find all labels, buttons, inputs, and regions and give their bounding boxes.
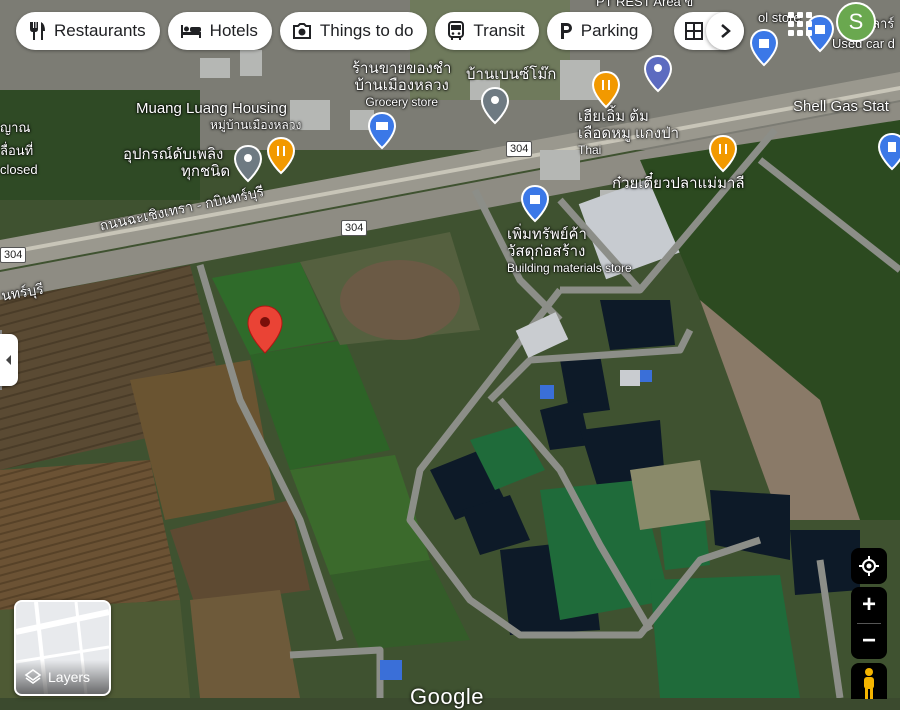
place-label-muang-luang[interactable]: Muang Luang Housing หมู่บ้านเมืองหลวง [136,100,301,134]
street-view-pegman-button[interactable] [851,663,887,699]
zoom-controls: + − [851,587,887,659]
place-label-building-materials[interactable]: เพิ่มทรัพย์ค้า วัสดุก่อสร้าง Building ma… [507,226,632,277]
chip-hotels[interactable]: Hotels [167,12,272,50]
chip-parking[interactable]: Parking [546,12,653,50]
layers-icon [24,669,42,684]
chip-transit[interactable]: Transit [435,12,539,50]
layers-label: Layers [48,669,91,685]
chevron-right-icon [721,24,731,38]
zoom-out-icon: − [861,627,876,654]
route-shield: 304 [341,220,368,236]
chip-label: Transit [473,21,525,40]
parking-icon [560,23,572,39]
bed-icon [180,25,201,38]
google-attribution: Google [410,684,484,709]
chevron-left-icon [6,355,11,365]
pegman-icon [864,668,874,699]
place-label-thai-restaurant[interactable]: เฮียเอิ้ม ต้ม เลือดหมู แกงป่า Thai [578,108,679,159]
chips-scroll-right-button[interactable] [706,12,744,50]
satellite-map[interactable]: ญาณ ลื่อนที่ closed Muang Luang Housing … [0,0,900,698]
zoom-out-button[interactable]: − [851,623,887,659]
route-shield: 304 [506,141,533,157]
zoom-in-button[interactable]: + [851,587,887,623]
category-chips: Restaurants Hotels Things to do Transit [16,12,653,50]
place-label-fire-equipment[interactable]: อุปกรณ์ดับเพลิง ทุกชนิด [123,146,230,180]
chip-label: Parking [580,21,639,40]
place-label-noodle[interactable]: ก๋วยเตี๋ยวปลาแม่มาลี [612,175,745,192]
place-label-top-partial-1: PT REST Area ข [596,0,694,9]
layers-button[interactable]: Layers [14,600,111,696]
chip-things-to-do[interactable]: Things to do [279,12,428,50]
collapse-side-panel-button[interactable] [0,334,18,386]
place-label-grocery[interactable]: ร้านขายของชำ บ้านเมืองหลวง Grocery store [352,60,451,111]
crosshair-icon [859,556,879,576]
route-shield: 304 [0,247,27,263]
chip-label: Hotels [209,21,258,40]
bus-icon [448,21,465,40]
my-location-button[interactable] [851,548,887,584]
zoom-in-icon: + [861,591,876,618]
layers-label-bar: Layers [16,660,109,694]
apps-grid-icon[interactable] [786,10,814,38]
place-label-baan-benz[interactable]: บ้านเบนซ์โม๊ก [466,66,556,83]
account-avatar[interactable]: S [836,2,876,42]
place-label-shell[interactable]: Shell Gas Stat [793,98,889,115]
camera-icon [292,23,311,39]
place-label-left-edge: ญาณ ลื่อนที่ closed [0,120,38,177]
grid-icon [685,22,703,40]
chip-label: Restaurants [54,21,146,40]
chip-label: Things to do [319,21,414,40]
chip-restaurants[interactable]: Restaurants [16,12,160,50]
fork-knife-icon [30,22,45,40]
